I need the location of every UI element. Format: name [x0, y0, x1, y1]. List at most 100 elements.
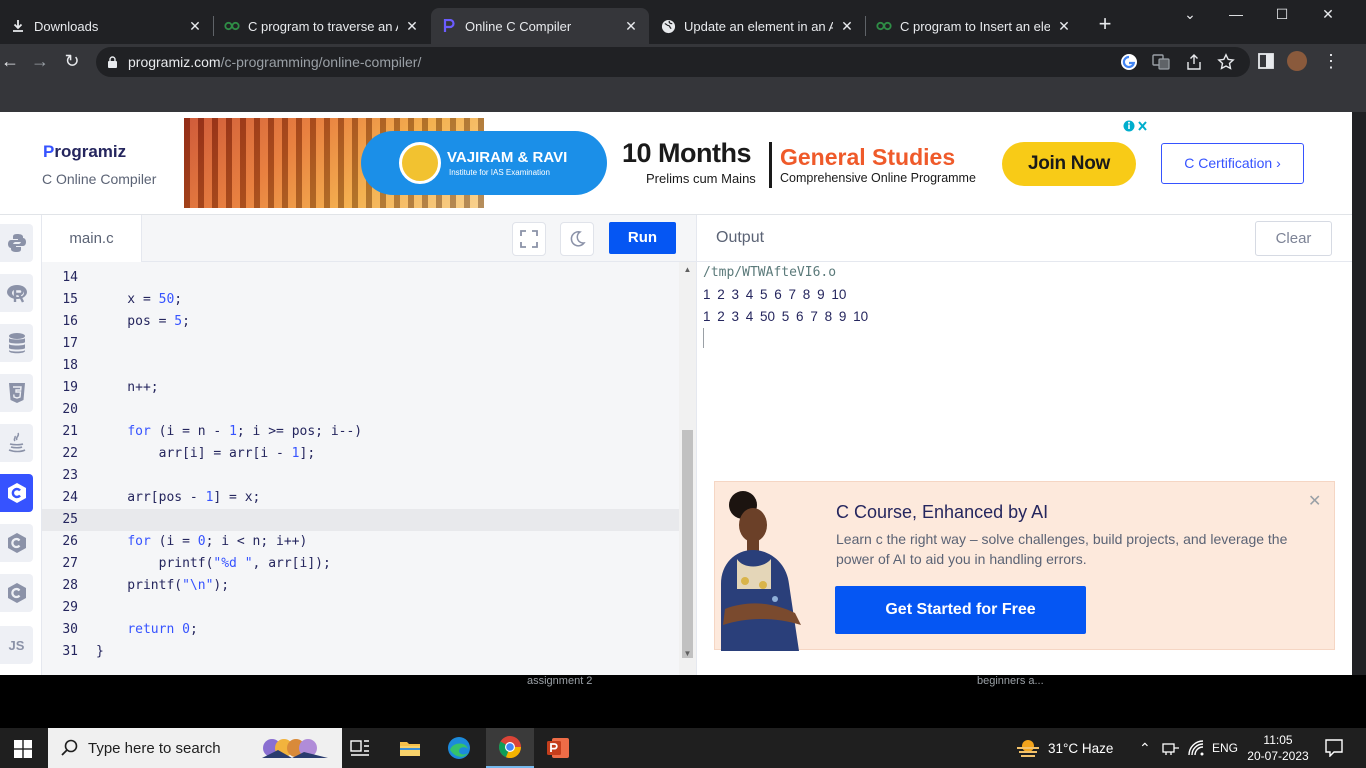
language-indicator[interactable]: ENG — [1212, 728, 1238, 768]
network-icon[interactable] — [1162, 741, 1180, 755]
address-bar[interactable]: programiz.com/c-programming/online-compi… — [96, 47, 1250, 77]
line-number: 29 — [62, 600, 78, 615]
clear-button[interactable]: Clear — [1255, 221, 1332, 256]
search-highlight-icon — [262, 739, 328, 758]
line-number: 25 — [62, 512, 78, 527]
line-number: 24 — [62, 490, 78, 505]
show-hidden-icons-chevron-icon[interactable]: ⌃ — [1139, 728, 1151, 768]
cpp-icon[interactable] — [0, 524, 33, 562]
csharp-icon[interactable] — [0, 574, 33, 612]
line-number: 22 — [62, 446, 78, 461]
profile-avatar[interactable] — [1287, 51, 1307, 71]
close-icon[interactable]: ✕ — [187, 18, 203, 35]
js-icon[interactable]: JS — [0, 626, 33, 664]
side-panel-icon[interactable] — [1256, 51, 1276, 71]
programiz-logo[interactable]: Programiz — [43, 142, 126, 162]
windows-taskbar: Type here to search 31°C Haze ⌃ ENG 11:0… — [0, 728, 1366, 768]
edge-icon[interactable] — [435, 728, 483, 768]
output-panel[interactable]: /tmp/WTWAfteVI6.o 1 2 3 4 5 6 7 8 9 10 1… — [696, 262, 1352, 675]
c-icon[interactable] — [0, 474, 33, 512]
ad-join-now-button[interactable]: Join Now — [1002, 142, 1136, 186]
tab-online-c-compiler[interactable]: Online C Compiler ✕ — [431, 8, 649, 44]
scroll-down-arrow-icon[interactable]: ▼ — [682, 649, 693, 659]
windows-start-icon[interactable] — [14, 740, 32, 758]
html5-icon[interactable] — [0, 374, 33, 412]
tab-downloads[interactable]: Downloads ✕ — [0, 8, 213, 44]
r-icon[interactable] — [0, 274, 33, 312]
advertisement-banner[interactable]: VAJIRAM & RAVI Institute for IAS Examina… — [184, 118, 1150, 208]
java-icon[interactable] — [0, 424, 33, 462]
close-icon[interactable]: ✕ — [839, 18, 855, 35]
tab-gfg-insert[interactable]: C program to Insert an eleme ✕ — [866, 8, 1082, 44]
code-line[interactable]: 18 — [42, 355, 679, 377]
browser-toolbar: ← → ↻ programiz.com/c-programming/online… — [0, 44, 1366, 78]
run-button[interactable]: Run — [609, 222, 676, 254]
close-icon[interactable]: ✕ — [404, 18, 420, 35]
fullscreen-button[interactable] — [512, 222, 546, 256]
output-title: Output — [716, 229, 765, 246]
powerpoint-icon[interactable] — [534, 728, 582, 768]
code-line[interactable]: 23 — [42, 465, 679, 487]
code-line[interactable]: 15 x = 50; — [42, 289, 679, 311]
wifi-icon[interactable] — [1188, 740, 1204, 756]
dark-mode-button[interactable] — [560, 222, 594, 256]
tab-update-element[interactable]: Update an element in an Arr ✕ — [650, 8, 865, 44]
notification-icon[interactable] — [1325, 739, 1343, 757]
close-icon[interactable]: ✕ — [623, 18, 639, 35]
code-line[interactable]: 21 for (i = n - 1; i >= pos; i--) — [42, 421, 679, 443]
minimize-button[interactable]: — — [1213, 6, 1259, 26]
code-line[interactable]: 25 — [42, 509, 679, 531]
code-line[interactable]: 19 n++; — [42, 377, 679, 399]
forward-icon[interactable]: → — [30, 51, 50, 71]
file-explorer-icon[interactable] — [386, 728, 434, 768]
python-icon[interactable] — [0, 224, 33, 262]
code-line[interactable]: 17 — [42, 333, 679, 355]
taskbar-search-box[interactable]: Type here to search — [48, 728, 342, 768]
close-icon[interactable]: ✕ — [1308, 491, 1321, 511]
editor-scrollbar[interactable]: ▲ ▼ — [679, 262, 696, 675]
sql-icon[interactable] — [0, 324, 33, 362]
code-line[interactable]: 30 return 0; — [42, 619, 679, 641]
maximize-button[interactable]: ☐ — [1259, 6, 1305, 26]
code-line[interactable]: 22 arr[i] = arr[i - 1]; — [42, 443, 679, 465]
code-line[interactable]: 31} — [42, 641, 679, 663]
code-editor[interactable]: 14 15 x = 50; 16 pos = 5; 17 18 19 n++; 20 … — [42, 262, 679, 675]
ad-brand-pill: VAJIRAM & RAVI Institute for IAS Examina… — [361, 131, 607, 195]
get-started-button[interactable]: Get Started for Free — [835, 586, 1086, 634]
c-certification-button[interactable]: C Certification › — [1161, 143, 1304, 184]
code-line[interactable]: 28 printf("\n"); — [42, 575, 679, 597]
code-line[interactable]: 20 — [42, 399, 679, 421]
code-line[interactable]: 26 for (i = 0; i < n; i++) — [42, 531, 679, 553]
code-line[interactable]: 16 pos = 5; — [42, 311, 679, 333]
task-view-icon[interactable] — [336, 728, 384, 768]
tab-gfg-traverse[interactable]: C program to traverse an Arr ✕ — [214, 8, 430, 44]
page-scrollbar[interactable] — [1352, 112, 1366, 675]
menu-kebab-icon[interactable]: ⋮ — [1321, 51, 1341, 71]
google-icon[interactable] — [1120, 53, 1138, 71]
bookmark-star-icon[interactable] — [1217, 53, 1235, 71]
weather-widget[interactable]: 31°C Haze — [1015, 728, 1113, 768]
file-tab-main-c[interactable]: main.c — [42, 215, 142, 262]
code-line[interactable]: 27 printf("%d ", arr[i]); — [42, 553, 679, 575]
chrome-icon[interactable] — [486, 728, 534, 768]
share-icon[interactable] — [1185, 53, 1203, 71]
promo-card[interactable]: C Course, Enhanced by AI Learn c the rig… — [714, 481, 1335, 651]
ad-choices-icon[interactable] — [1122, 119, 1150, 133]
translate-icon[interactable] — [1152, 53, 1170, 71]
editor-scrollbar-thumb[interactable] — [682, 430, 693, 658]
tab-search-chevron-icon[interactable]: ⌄ — [1167, 6, 1213, 26]
back-icon[interactable]: ← — [0, 51, 20, 71]
scroll-up-arrow-icon[interactable]: ▲ — [682, 265, 693, 275]
close-icon[interactable]: ✕ — [1056, 18, 1072, 35]
line-number: 18 — [62, 358, 78, 373]
new-tab-button[interactable]: + — [1094, 13, 1116, 35]
code-line[interactable]: 24 arr[pos - 1] = x; — [42, 487, 679, 509]
moon-icon — [570, 231, 586, 247]
close-window-button[interactable]: ✕ — [1305, 6, 1351, 26]
reload-icon[interactable]: ↻ — [62, 51, 82, 71]
code-line[interactable]: 14 — [42, 267, 679, 289]
system-clock[interactable]: 11:05 20-07-2023 — [1245, 732, 1311, 764]
editor-tab-bar: main.c Run — [42, 215, 696, 262]
code-line[interactable]: 29 — [42, 597, 679, 619]
